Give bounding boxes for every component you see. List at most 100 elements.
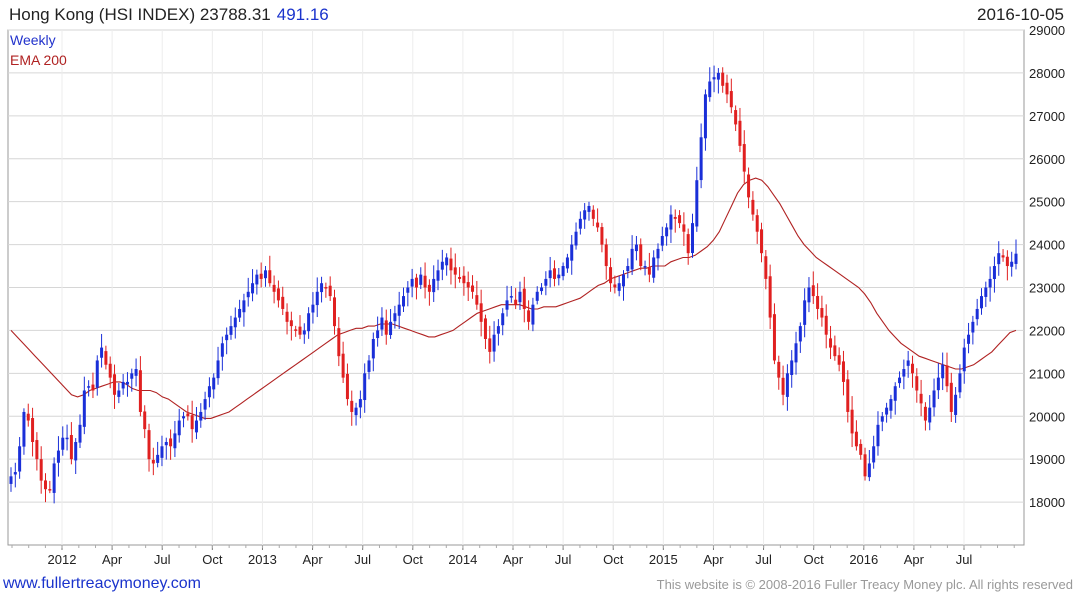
candle-body [462, 275, 466, 284]
candle-body [544, 278, 548, 286]
y-tick-label: 18000 [1029, 495, 1065, 510]
candle-body [272, 284, 276, 292]
x-tick-label: 2016 [849, 552, 878, 567]
candle-body [885, 407, 889, 415]
candle-body [453, 267, 457, 275]
y-tick-label: 29000 [1029, 23, 1065, 38]
candle-body [130, 373, 134, 379]
candle-body [488, 338, 492, 352]
candle-body [332, 297, 336, 327]
candle-body [52, 463, 56, 493]
candle-body [294, 329, 298, 331]
candle-body [376, 330, 380, 339]
candle-body [910, 363, 914, 374]
candle-body [39, 459, 43, 481]
candle-body [647, 267, 651, 275]
candle-body [967, 334, 971, 344]
candle-body [108, 363, 112, 378]
candle-body [984, 287, 988, 297]
candle-body [35, 440, 39, 460]
candle-body [496, 326, 500, 334]
x-tick-label: Apr [302, 552, 323, 567]
candle-body [173, 433, 177, 449]
candle-body [738, 120, 742, 146]
candle-body [725, 82, 729, 95]
candle-body [22, 411, 26, 447]
candle-body [600, 227, 604, 245]
candle-body [807, 287, 811, 303]
candle-body [229, 326, 233, 335]
candle-body [988, 278, 992, 288]
candle-body [751, 199, 755, 215]
candle-body [238, 308, 242, 318]
candle-body [104, 351, 108, 365]
candle-body [389, 321, 393, 336]
candle-body [609, 267, 613, 284]
candle-body [695, 180, 699, 227]
candle-body [475, 295, 479, 305]
candle-body [406, 287, 410, 293]
x-tick-label: Apr [703, 552, 724, 567]
candle-body [760, 229, 764, 254]
candle-body [445, 257, 449, 266]
candle-body [423, 275, 427, 288]
candle-body [561, 266, 565, 277]
candle-body [880, 416, 884, 422]
candle-body [665, 227, 669, 237]
candle-body [893, 386, 897, 401]
candle-body [902, 369, 906, 377]
candle-body [613, 284, 617, 288]
candle-body [570, 244, 574, 261]
candle-body [708, 81, 712, 98]
x-axis: 2012 Apr Jul Oct 2013 Apr Jul Oct 2014 Apr Jul Oct 2… [11, 545, 1015, 567]
candle-body [9, 476, 13, 484]
website-link[interactable]: www.fullertreacymoney.com [3, 575, 201, 593]
candle-body [358, 399, 362, 408]
candle-body [971, 321, 975, 333]
candle-body [768, 276, 772, 318]
candle-body [669, 214, 673, 230]
candle-body [432, 278, 436, 293]
candle-body [660, 236, 664, 246]
candle-body [151, 459, 155, 464]
candle-body [307, 313, 311, 332]
candle-body [518, 291, 522, 303]
candle-body [501, 313, 505, 326]
candle-body [617, 283, 621, 291]
candle-body [69, 435, 73, 460]
candle-body [251, 283, 255, 294]
candle-body [932, 390, 936, 408]
candle-body [634, 244, 638, 252]
candle-body [798, 326, 802, 342]
y-tick-label: 19000 [1029, 452, 1065, 467]
copyright-notice: This website is © 2008-2016 Fuller Treac… [656, 577, 1073, 592]
candle-body [225, 334, 229, 341]
candle-body [138, 370, 142, 412]
candle-body [117, 390, 121, 397]
x-tick-label: Jul [555, 552, 572, 567]
candle-body [656, 248, 660, 259]
candle-body [324, 287, 328, 289]
candle-body [906, 360, 910, 366]
candle-body [703, 94, 707, 139]
candle-body [527, 310, 531, 322]
candle-body [742, 144, 746, 172]
candle-body [337, 328, 341, 357]
candle-body [505, 300, 509, 310]
candle-body [1001, 255, 1005, 258]
candle-body [492, 334, 496, 352]
candle-body [13, 472, 17, 475]
candle-body [949, 382, 953, 412]
candle-body [898, 377, 902, 384]
candle-body [402, 296, 406, 307]
candle-body [673, 217, 677, 219]
candle-body [997, 253, 1001, 265]
candle-body [772, 314, 776, 361]
candle-body [121, 381, 125, 389]
candle-body [414, 277, 418, 288]
x-tick-label: Jul [755, 552, 772, 567]
candle-body [242, 300, 246, 313]
candle-body [954, 394, 958, 415]
candle-body [872, 446, 876, 463]
candle-body [350, 400, 354, 412]
